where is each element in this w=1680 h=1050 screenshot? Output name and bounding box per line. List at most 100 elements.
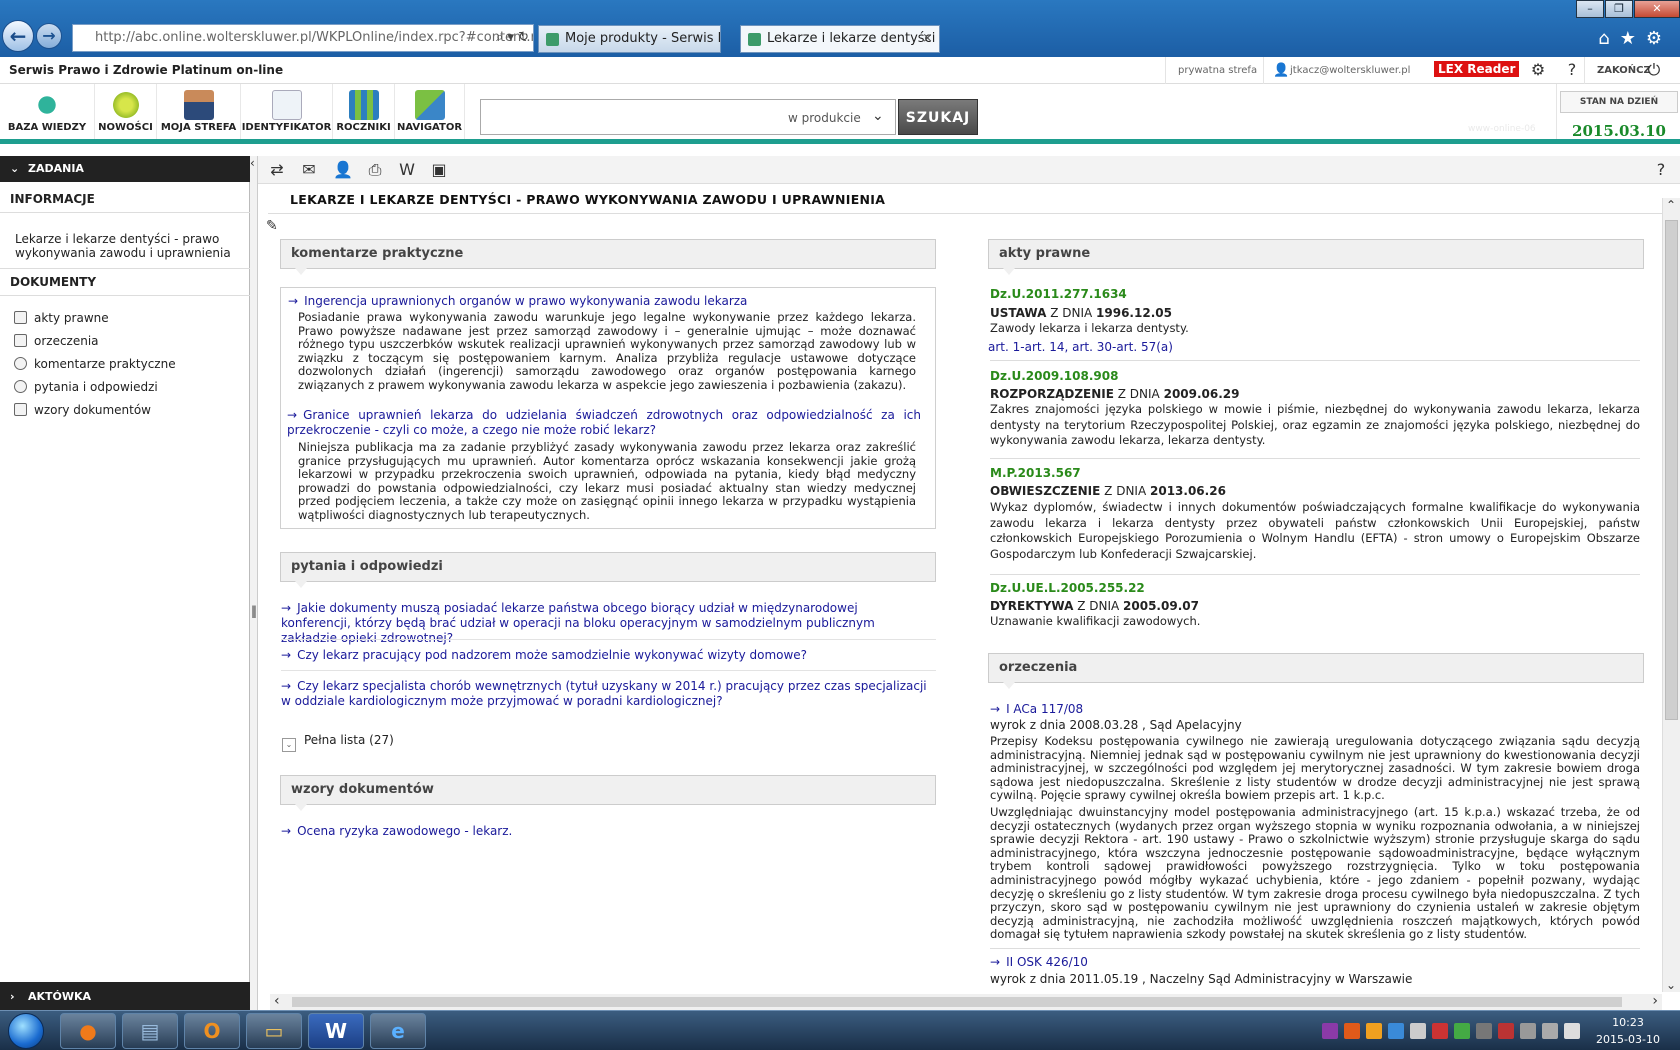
speaker-icon[interactable] xyxy=(1410,1023,1426,1039)
divider xyxy=(990,574,1640,575)
onenote-icon[interactable] xyxy=(1322,1023,1338,1039)
divider xyxy=(268,213,1662,214)
address-text: http://abc.online.wolterskluwer.pl/WKPLO… xyxy=(95,30,534,45)
power-icon[interactable]: ⏻ xyxy=(1644,60,1664,80)
chevron-right-icon[interactable]: › xyxy=(1652,993,1658,1009)
act-id-link[interactable]: Dz.U.UE.L.2005.255.22 xyxy=(990,581,1145,595)
ruling-link-1[interactable]: → I ACa 117/08 xyxy=(990,702,1083,716)
briefcase-header[interactable]: › AKTÓWKA xyxy=(0,982,250,1012)
tray-misc-icon[interactable] xyxy=(1542,1023,1558,1039)
sidebar-splitter[interactable]: ‹ ‖ xyxy=(250,156,258,1012)
scroll-thumb[interactable] xyxy=(292,997,1622,1007)
tray-app-icon[interactable] xyxy=(1344,1023,1360,1039)
act-id-link[interactable]: M.P.2013.567 xyxy=(990,466,1081,480)
toolbar-yearbooks[interactable]: ROCZNIKI xyxy=(333,84,395,139)
window-close-icon[interactable]: ✕ xyxy=(1634,0,1680,18)
app-header: Serwis Prawo i Zdrowie Platinum on-line … xyxy=(0,57,1680,84)
ruling-link-2[interactable]: → II OSK 426/10 xyxy=(990,955,1088,969)
comment-link-1[interactable]: → Ingerencja uprawnionych organów w prawo… xyxy=(288,294,928,309)
comment-link-2[interactable]: → Granice uprawnień lekarza do udzielania… xyxy=(287,408,921,438)
ruling-meta: wyrok z dnia 2008.03.28 , Sąd Apelacyjny xyxy=(990,718,1242,732)
clock-time[interactable]: 10:23 xyxy=(1598,1016,1658,1029)
act-id-link[interactable]: Dz.U.2009.108.908 xyxy=(990,369,1118,383)
print-icon[interactable]: ⎙ xyxy=(364,160,386,180)
volume-icon[interactable] xyxy=(1564,1023,1580,1039)
tab-close-icon[interactable]: × xyxy=(922,26,933,52)
date-state-button[interactable]: STAN NA DZIEŃ xyxy=(1560,91,1678,113)
browser-tab-doctors[interactable]: Lekarze i lekarze dentyści - ... × xyxy=(740,25,940,53)
act-id-link[interactable]: Dz.U.2011.277.1634 xyxy=(990,287,1127,301)
vertical-scrollbar[interactable]: ⌃ ⌄ xyxy=(1662,198,1680,992)
clock-date[interactable]: 2015-03-10 xyxy=(1592,1033,1664,1046)
drag-handle-icon[interactable]: ‖ xyxy=(251,604,257,618)
private-zone-link[interactable]: prywatna strefa xyxy=(1165,57,1269,84)
address-search-icon[interactable]: ⌕ ▾ ↻ xyxy=(496,25,529,51)
template-icon xyxy=(14,403,27,416)
toolbar-navigator[interactable]: NAVIGATOR xyxy=(395,84,465,139)
chevron-down-icon[interactable]: ⌄ xyxy=(872,108,884,124)
internet-explorer-icon[interactable]: e xyxy=(370,1013,426,1049)
word-icon[interactable]: W xyxy=(308,1013,364,1049)
chevron-left-icon[interactable]: ‹ xyxy=(274,993,280,1009)
word-export-icon[interactable]: W xyxy=(396,160,418,180)
user-edit-icon[interactable]: 👤 xyxy=(332,160,354,180)
sidebar-item-qa[interactable]: pytania i odpowiedzi xyxy=(14,378,158,398)
search-button[interactable]: SZUKAJ xyxy=(898,99,978,135)
restore-icon[interactable]: ❐ xyxy=(1605,0,1633,18)
toolbar-knowledge-base[interactable]: BAZA WIEDZY xyxy=(0,84,95,139)
pencil-add-icon[interactable]: ✎ xyxy=(266,218,278,234)
toolbar-my-zone[interactable]: MOJA STREFA xyxy=(157,84,241,139)
tasks-header[interactable]: ⌄ ZADANIA xyxy=(0,156,250,182)
browser-tab-products[interactable]: Moje produkty - Serwis logow... xyxy=(538,25,721,53)
pointer-icon xyxy=(1003,268,1015,275)
browser-home-star-gear-icons[interactable]: ⌂★⚙ xyxy=(1598,28,1672,49)
address-bar[interactable]: http://abc.online.wolterskluwer.pl/WKPLO… xyxy=(72,24,534,52)
qa-link-2[interactable]: → Czy lekarz pracujący pod nadzorem może … xyxy=(281,648,931,663)
explorer-app-icon[interactable]: ▤ xyxy=(122,1013,178,1049)
tray-sync-icon[interactable] xyxy=(1388,1023,1404,1039)
toolbar-news[interactable]: NOWOŚCI xyxy=(95,84,157,139)
flag-icon[interactable] xyxy=(1498,1023,1514,1039)
tray-misc-icon[interactable] xyxy=(1520,1023,1536,1039)
sidebar-item-rulings[interactable]: orzeczenia xyxy=(14,332,99,352)
template-link-1[interactable]: → Ocena ryzyka zawodowego - lekarz. xyxy=(281,824,931,839)
collapse-icon[interactable]: ‹ xyxy=(250,156,255,170)
chevron-up-icon[interactable]: ⌃ xyxy=(1666,198,1676,212)
sidebar-info-item[interactable]: Lekarze i lekarze dentyści - prawo wykon… xyxy=(15,232,245,260)
tray-misc-icon[interactable] xyxy=(1476,1023,1492,1039)
forward-button[interactable]: → xyxy=(36,23,62,49)
shield-icon[interactable] xyxy=(1432,1023,1448,1039)
documents-heading: DOKUMENTY xyxy=(0,268,250,296)
back-button[interactable]: ← xyxy=(2,20,34,52)
network-icon[interactable] xyxy=(1454,1023,1470,1039)
settings-gear-icon[interactable]: ⚙ xyxy=(1528,60,1548,80)
briefcase-add-icon[interactable]: ▣ xyxy=(428,160,450,180)
start-button[interactable] xyxy=(8,1013,44,1049)
outlook-icon[interactable]: O xyxy=(184,1013,240,1049)
tray-outlook-icon[interactable] xyxy=(1366,1023,1382,1039)
sidebar-item-legal-acts[interactable]: akty prawne xyxy=(14,309,109,329)
user-link[interactable]: 👤 jtkacz@wolterskluwer.pl xyxy=(1263,57,1422,84)
divider xyxy=(990,458,1640,459)
toolbar-identifier[interactable]: IDENTYFIKATOR xyxy=(241,84,333,139)
mail-icon[interactable]: ✉ xyxy=(298,160,320,180)
sidebar-item-comments[interactable]: komentarze praktyczne xyxy=(14,355,176,375)
horizontal-scrollbar[interactable]: ‹ › xyxy=(270,993,1662,1010)
firefox-icon[interactable]: ● xyxy=(60,1013,116,1049)
full-list-toggle[interactable]: ⌄ Pełna lista (27) xyxy=(282,731,394,752)
help-icon[interactable]: ? xyxy=(1562,60,1582,80)
sidebar-item-templates[interactable]: wzory dokumentów xyxy=(14,401,151,421)
chevron-down-icon[interactable]: ⌄ xyxy=(1666,978,1676,992)
help-icon[interactable]: ? xyxy=(1650,160,1672,180)
minimize-icon[interactable]: – xyxy=(1576,0,1604,18)
templates-header: wzory dokumentów xyxy=(280,775,936,811)
swap-arrows-icon[interactable]: ⇄ xyxy=(266,160,288,180)
lex-reader-button[interactable]: LEX Reader xyxy=(1434,61,1520,77)
search-scope-select[interactable]: w produkcie xyxy=(788,111,861,125)
act-article-range-link[interactable]: art. 1-art. 14, art. 30-art. 57(a) xyxy=(988,340,1173,354)
scroll-thumb[interactable] xyxy=(1665,220,1678,720)
act-kind: USTAWA Z DNIA 1996.12.05 xyxy=(990,306,1172,320)
qa-link-3[interactable]: → Czy lekarz specjalista chorób wewnętrzn… xyxy=(281,679,931,709)
folder-icon[interactable]: ▭ xyxy=(246,1013,302,1049)
divider xyxy=(281,670,936,671)
